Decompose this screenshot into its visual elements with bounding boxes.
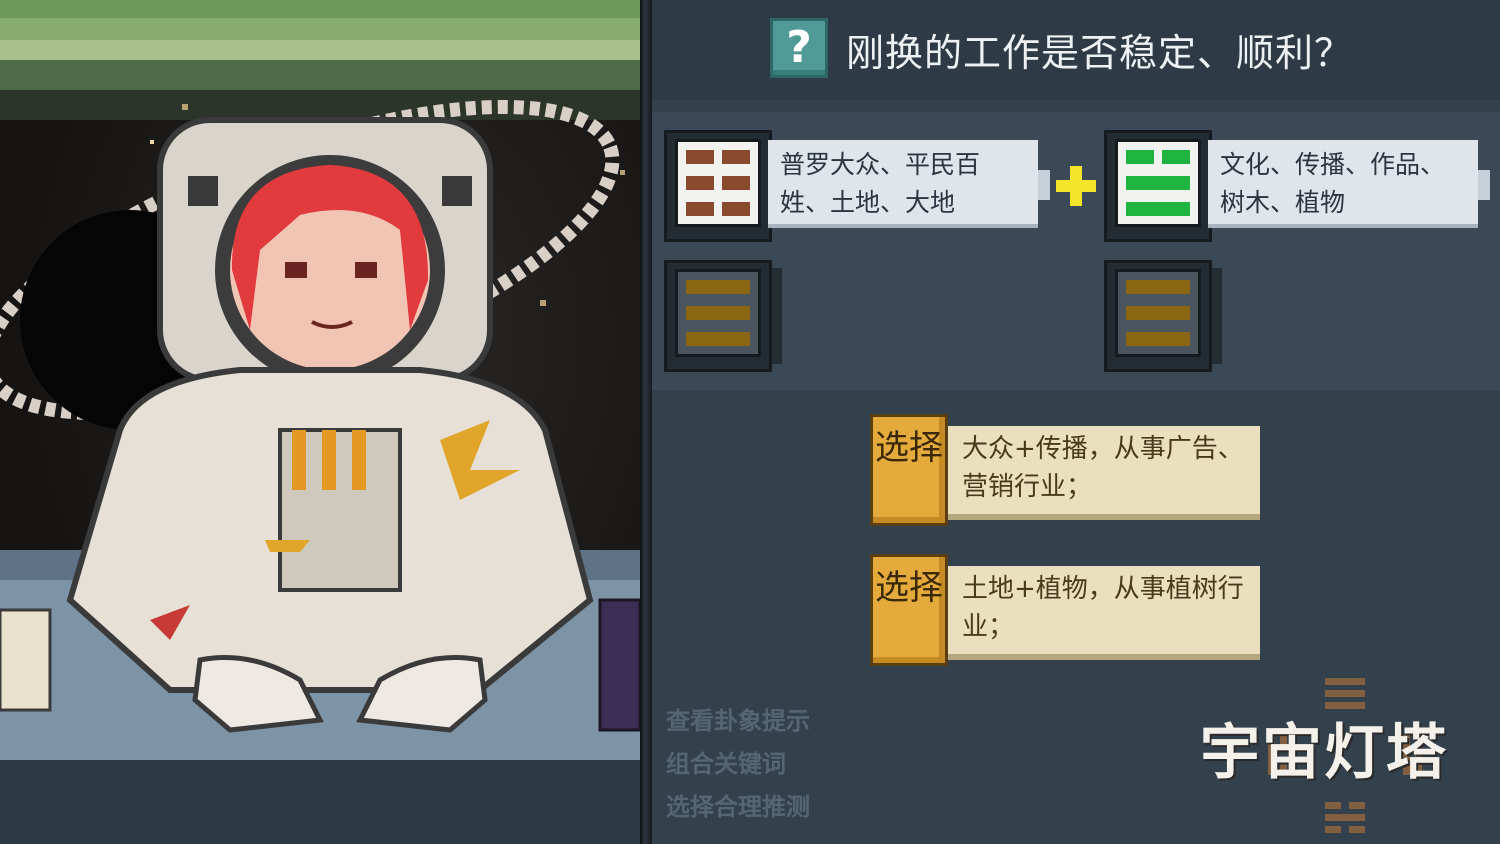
plus-icon (1056, 166, 1096, 206)
astronaut-illustration (0, 99, 640, 844)
choice-option-1[interactable]: 选择 大众+传播，从事广告、营销行业； (870, 414, 1260, 526)
choice-text[interactable]: 大众+传播，从事广告、营销行业； (948, 426, 1260, 520)
trigram-kun-keywords: 普罗大众、平民百姓、土地、大地 (780, 150, 981, 217)
question-title: 刚换的工作是否稳定、顺利？ (846, 31, 1354, 75)
brand-name: 宇宙灯塔 (1200, 718, 1448, 788)
trigram-lower-right-icon (1115, 269, 1201, 357)
trigram-xun-card[interactable] (1104, 130, 1212, 242)
hint-list: 查看卦象提示 组合关键词 选择合理推测 (666, 700, 810, 829)
label-tab (1478, 170, 1490, 200)
select-badge[interactable]: 选择 (870, 554, 948, 666)
divination-panel: ? 刚换的工作是否稳定、顺利？ 普罗大众、平民百姓、土地、大地 文化、传播、作品… (652, 0, 1500, 844)
hint-item: 组合关键词 (666, 750, 786, 778)
hint-item: 查看卦象提示 (666, 707, 810, 735)
trigram-kun-icon (675, 139, 761, 227)
trigram-xun-label: 文化、传播、作品、树木、植物 (1208, 140, 1490, 228)
brand-logo: 宇宙灯塔 (1200, 670, 1500, 840)
card-spine (1212, 268, 1222, 364)
trigram-lower-left-icon (675, 269, 761, 357)
label-tab (1038, 170, 1050, 200)
choice-option-2[interactable]: 选择 土地+植物，从事植树行业； (870, 554, 1260, 666)
choice-text[interactable]: 土地+植物，从事植树行业； (948, 566, 1260, 660)
hint-item: 选择合理推测 (666, 793, 810, 821)
trigram-kun-label: 普罗大众、平民百姓、土地、大地 (768, 140, 1050, 228)
card-spine (772, 268, 782, 364)
trigram-xun-keywords: 文化、传播、作品、树木、植物 (1220, 150, 1446, 217)
trigram-lower-right-card[interactable] (1104, 260, 1212, 372)
panel-divider (640, 0, 652, 844)
select-badge[interactable]: 选择 (870, 414, 948, 526)
trigram-kun-card[interactable] (664, 130, 772, 242)
trigram-xun-icon (1115, 139, 1201, 227)
trigram-lower-left-card[interactable] (664, 260, 772, 372)
question-mark-icon: ? (770, 18, 828, 78)
astronaut-scene (0, 0, 640, 844)
